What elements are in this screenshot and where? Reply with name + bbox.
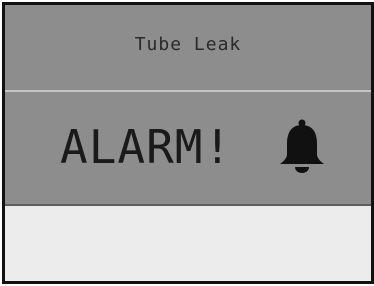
- alarm-panel: ALARM!: [5, 92, 371, 206]
- bell-icon: [280, 119, 324, 173]
- alarm-screen: Tube Leak ALARM!: [2, 2, 374, 284]
- alarm-label: ALARM!: [60, 120, 233, 174]
- alarm-title: Tube Leak: [134, 34, 242, 55]
- title-bar: Tube Leak: [5, 5, 371, 92]
- message-area: [5, 206, 371, 281]
